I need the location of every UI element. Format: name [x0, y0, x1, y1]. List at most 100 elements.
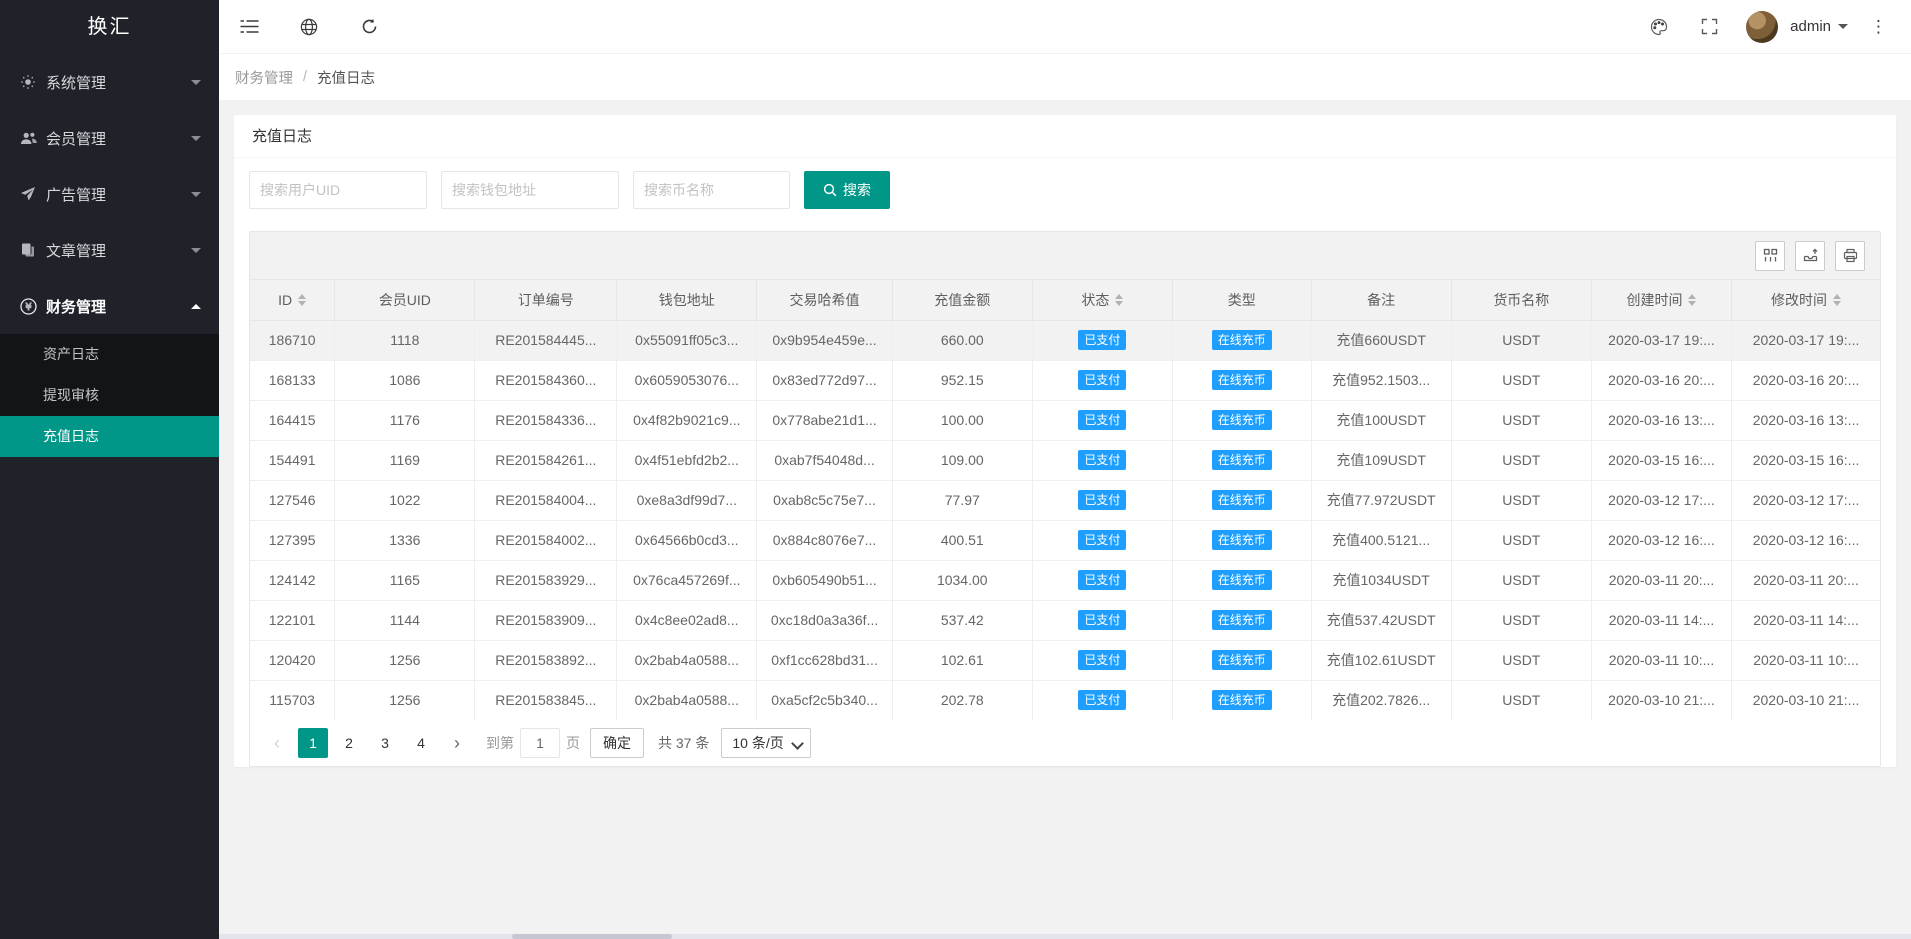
goto-page-input[interactable] [520, 728, 560, 758]
table-cell: 已支付 [1032, 600, 1172, 640]
table-cell: USDT [1451, 680, 1591, 720]
breadcrumb-current: 充值日志 [317, 67, 375, 88]
column-header: 备注 [1311, 280, 1451, 320]
site-home-button[interactable] [279, 0, 339, 54]
status-badge: 已支付 [1078, 490, 1126, 510]
table-cell: 1118 [335, 320, 475, 360]
fullscreen-button[interactable] [1686, 0, 1732, 54]
sidebar-item-system[interactable]: 系统管理 [0, 54, 219, 110]
table-cell: 186710 [250, 320, 335, 360]
table-cell: 0x884c8076e7... [757, 520, 892, 560]
table-cell: 在线充币 [1173, 640, 1312, 680]
column-header-label: 充值金额 [934, 290, 990, 310]
page-number-button[interactable]: 1 [298, 728, 328, 758]
page-size-select[interactable]: 10 条/页 [721, 728, 811, 758]
sidebar-item-article[interactable]: 文章管理 [0, 222, 219, 278]
table-cell: 在线充币 [1173, 560, 1312, 600]
pagination: ‹1234› 到第 页 确定 共 37 条 10 条/页 [250, 720, 1880, 766]
column-header: 交易哈希值 [757, 280, 892, 320]
card-title: 充值日志 [234, 115, 1896, 158]
table-row: 1544911169RE201584261...0x4f51ebfd2b2...… [250, 440, 1880, 480]
toolbar-print-button[interactable] [1835, 241, 1865, 271]
theme-button[interactable] [1636, 0, 1682, 54]
sidebar-item-label: 财务管理 [46, 296, 191, 317]
table-cell: 0xb605490b51... [757, 560, 892, 600]
search-button-label: 搜索 [843, 180, 871, 200]
search-uid-input[interactable] [249, 171, 427, 209]
table-cell: 充值100USDT [1311, 400, 1451, 440]
table-row: 1275461022RE201584004...0xe8a3df99d7...0… [250, 480, 1880, 520]
toolbar-columns-button[interactable] [1755, 241, 1785, 271]
table-cell: 充值660USDT [1311, 320, 1451, 360]
column-header[interactable]: 状态 [1032, 280, 1172, 320]
table-cell: 1169 [335, 440, 475, 480]
table-cell: 1034.00 [892, 560, 1032, 600]
submenu-item-withdraw-audit[interactable]: 提现审核 [0, 375, 219, 416]
column-header[interactable]: 修改时间 [1732, 280, 1880, 320]
prev-page-button[interactable]: ‹ [262, 728, 292, 758]
sort-icon[interactable] [1833, 294, 1841, 306]
horizontal-scrollbar-thumb[interactable] [512, 934, 672, 939]
status-badge: 已支付 [1078, 370, 1126, 390]
page-number-button[interactable]: 3 [370, 728, 400, 758]
column-header[interactable]: ID [250, 280, 335, 320]
sort-icon[interactable] [1115, 294, 1123, 306]
next-page-button[interactable]: › [442, 728, 472, 758]
column-header[interactable]: 创建时间 [1591, 280, 1731, 320]
sidebar-item-finance[interactable]: ¥ 财务管理 [0, 278, 219, 334]
table-cell: 1086 [335, 360, 475, 400]
table-cell: RE201584336... [475, 400, 617, 440]
column-header: 会员UID [335, 280, 475, 320]
submenu-item-asset-log[interactable]: 资产日志 [0, 334, 219, 375]
collapse-sidebar-button[interactable] [219, 0, 279, 54]
more-menu-button[interactable]: ⋮ [1852, 17, 1893, 37]
column-header: 钱包地址 [617, 280, 757, 320]
avatar[interactable] [1746, 11, 1778, 43]
table-cell: 1022 [335, 480, 475, 520]
card-body: 搜索 [234, 158, 1896, 767]
user-menu[interactable]: admin [1790, 18, 1848, 35]
table-cell: 115703 [250, 680, 335, 720]
table-cell: 2020-03-12 16:... [1732, 520, 1880, 560]
status-badge: 已支付 [1078, 450, 1126, 470]
chevron-down-icon [191, 192, 201, 197]
submenu-item-recharge-log[interactable]: 充值日志 [0, 416, 219, 457]
table-cell: RE201583845... [475, 680, 617, 720]
page-number-button[interactable]: 2 [334, 728, 364, 758]
breadcrumb-parent[interactable]: 财务管理 [235, 67, 293, 88]
table-row: 1221011144RE201583909...0x4c8ee02ad8...0… [250, 600, 1880, 640]
horizontal-scrollbar[interactable] [219, 934, 1911, 939]
search-icon [823, 183, 837, 197]
sort-icon[interactable] [1688, 294, 1696, 306]
type-badge: 在线充币 [1212, 370, 1272, 390]
plane-icon [20, 186, 46, 202]
sidebar-item-ad[interactable]: 广告管理 [0, 166, 219, 222]
search-wallet-input[interactable] [441, 171, 619, 209]
table-cell: USDT [1451, 560, 1591, 600]
status-badge: 已支付 [1078, 610, 1126, 630]
table-body: 1867101118RE201584445...0x55091ff05c3...… [250, 320, 1880, 720]
username-label: admin [1790, 18, 1831, 35]
table-cell: 充值952.1503... [1311, 360, 1451, 400]
toolbar-export-button[interactable] [1795, 241, 1825, 271]
table-cell: 0x2bab4a0588... [617, 640, 757, 680]
chevron-down-icon [191, 248, 201, 253]
palette-icon [1650, 18, 1668, 36]
page-number-button[interactable]: 4 [406, 728, 436, 758]
table-row: 1157031256RE201583845...0x2bab4a0588...0… [250, 680, 1880, 720]
table-cell: 952.15 [892, 360, 1032, 400]
search-button[interactable]: 搜索 [804, 171, 890, 209]
sort-icon[interactable] [298, 294, 306, 306]
goto-confirm-button[interactable]: 确定 [590, 728, 644, 758]
table-block: ID会员UID订单编号钱包地址交易哈希值充值金额状态类型备注货币名称创建时间修改… [249, 231, 1881, 767]
table-cell: 537.42 [892, 600, 1032, 640]
table-cell: USDT [1451, 520, 1591, 560]
table-cell: 202.78 [892, 680, 1032, 720]
table-cell: 2020-03-10 21:... [1732, 680, 1880, 720]
page-size-select-wrap: 10 条/页 [721, 728, 811, 758]
column-header-label: 状态 [1081, 290, 1109, 310]
table-cell: USDT [1451, 320, 1591, 360]
sidebar-item-member[interactable]: 会员管理 [0, 110, 219, 166]
refresh-button[interactable] [339, 0, 399, 54]
search-coin-input[interactable] [633, 171, 790, 209]
